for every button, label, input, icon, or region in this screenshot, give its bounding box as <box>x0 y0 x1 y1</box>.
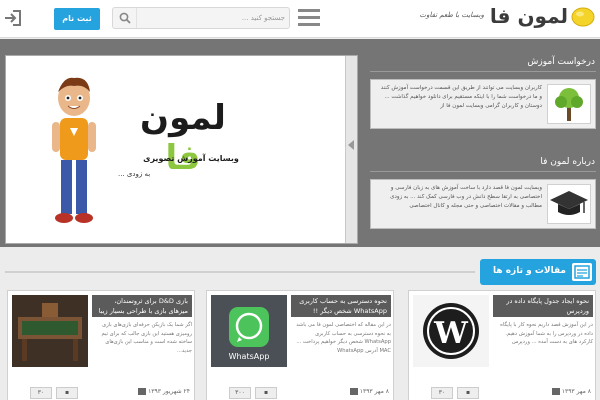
divider <box>370 171 596 172</box>
news-card-date: ۸ مهر ۱۳۹۳ <box>550 388 591 395</box>
whatsapp-image: WhatsApp <box>211 295 287 367</box>
site-header: ثبت نام وبسایت با طعم تفاوت لمون فا <box>0 0 600 38</box>
news-card-stats: ▪ ۳۰۰ <box>211 387 277 399</box>
menu-icon[interactable] <box>298 9 320 27</box>
game-table-image <box>12 295 88 367</box>
tree-icon <box>547 84 591 124</box>
info-card-request[interactable]: کاربران وبسایت می توانند از طریق این قسم… <box>370 79 596 129</box>
image-slider[interactable]: لمون فا وبسایت آموزش تصویری به زودی ... <box>5 55 358 244</box>
lemon-logo-icon[interactable] <box>570 4 596 28</box>
comment-icon: ▪ <box>255 387 277 399</box>
slider-prev-arrow-icon[interactable] <box>348 140 354 150</box>
login-icon[interactable] <box>4 9 22 27</box>
info-card-text: کاربران وبسایت می توانند از طریق این قسم… <box>380 85 542 109</box>
hero-section: لمون فا وبسایت آموزش تصویری به زودی ... … <box>0 39 600 247</box>
news-section-title: مقالات و تازه ها <box>492 266 566 276</box>
newspaper-icon <box>572 263 592 281</box>
slider-subtitle: وبسایت آموزش تصویری <box>143 154 239 163</box>
view-count: ۳۰ <box>431 387 453 399</box>
news-card-title[interactable]: بازی D&D برای ثروتمندان، میزهای بازی با … <box>92 295 192 317</box>
view-count: ۳۰ <box>30 387 52 399</box>
news-card[interactable]: WhatsApp نحوه دسترسی به حساب کاربری What… <box>206 290 394 400</box>
news-card-date: ۲۴ شهریور ۱۳۹۳ <box>136 388 190 395</box>
comment-icon: ▪ <box>457 387 479 399</box>
news-card-date: ۸ مهر ۱۳۹۳ <box>348 388 389 395</box>
section-title-about: درباره لمون فا <box>540 157 595 167</box>
calendar-icon <box>138 388 147 395</box>
view-count: ۳۰۰ <box>229 387 251 399</box>
slider-title: لمون فا <box>140 98 226 178</box>
news-card-stats: ▪ ۳۰ <box>12 387 78 399</box>
news-card-excerpt: در این آموزش قصد داریم نحوه کار با پایگا… <box>500 322 593 345</box>
info-card-text: وبسایت لمون فا قصد دارد با ساخت آموزش ها… <box>390 185 542 209</box>
news-card[interactable]: بازی D&D برای ثروتمندان، میزهای بازی با … <box>7 290 195 400</box>
register-button[interactable]: ثبت نام <box>54 8 100 30</box>
graduation-cap-icon <box>547 184 591 224</box>
news-card-excerpt: اگر شما یک بازیکن حرفه‌ای بازی‌های بازی … <box>101 322 192 354</box>
search-icon <box>119 12 131 24</box>
search-button[interactable] <box>113 8 137 28</box>
news-section-header: مقالات و تازه ها <box>480 259 596 285</box>
calendar-icon <box>551 388 560 395</box>
logo-tagline: وبسایت با طعم تفاوت <box>419 11 484 19</box>
svg-text:WhatsApp: WhatsApp <box>229 352 270 361</box>
section-title-request: درخواست آموزش <box>527 57 595 67</box>
divider <box>5 271 475 273</box>
slider-nav-strip[interactable] <box>345 56 357 243</box>
mascot-illustration <box>52 77 96 223</box>
news-card-title[interactable]: نحوه ایجاد جدول پایگاه داده در وردپرس <box>493 295 593 317</box>
news-card-excerpt: در این مقاله که اختصاصی لمون فا می باشد … <box>296 322 391 354</box>
logo-text[interactable]: لمون فا <box>486 4 568 28</box>
divider <box>370 71 596 72</box>
news-card[interactable]: W نحوه ایجاد جدول پایگاه داده در وردپرس … <box>408 290 596 400</box>
search-input[interactable] <box>139 9 285 27</box>
wordpress-image: W <box>413 295 489 367</box>
search-box <box>112 7 290 29</box>
calendar-icon <box>349 388 358 395</box>
comment-icon: ▪ <box>56 387 78 399</box>
news-card-stats: ▪ ۳۰ <box>413 387 479 399</box>
info-card-about[interactable]: وبسایت لمون فا قصد دارد با ساخت آموزش ها… <box>370 179 596 229</box>
slider-soon-text: به زودی ... <box>118 170 151 178</box>
svg-text:W: W <box>433 316 469 351</box>
news-card-title[interactable]: نحوه دسترسی به حساب کاربری WhatsApp شخص … <box>291 295 391 317</box>
